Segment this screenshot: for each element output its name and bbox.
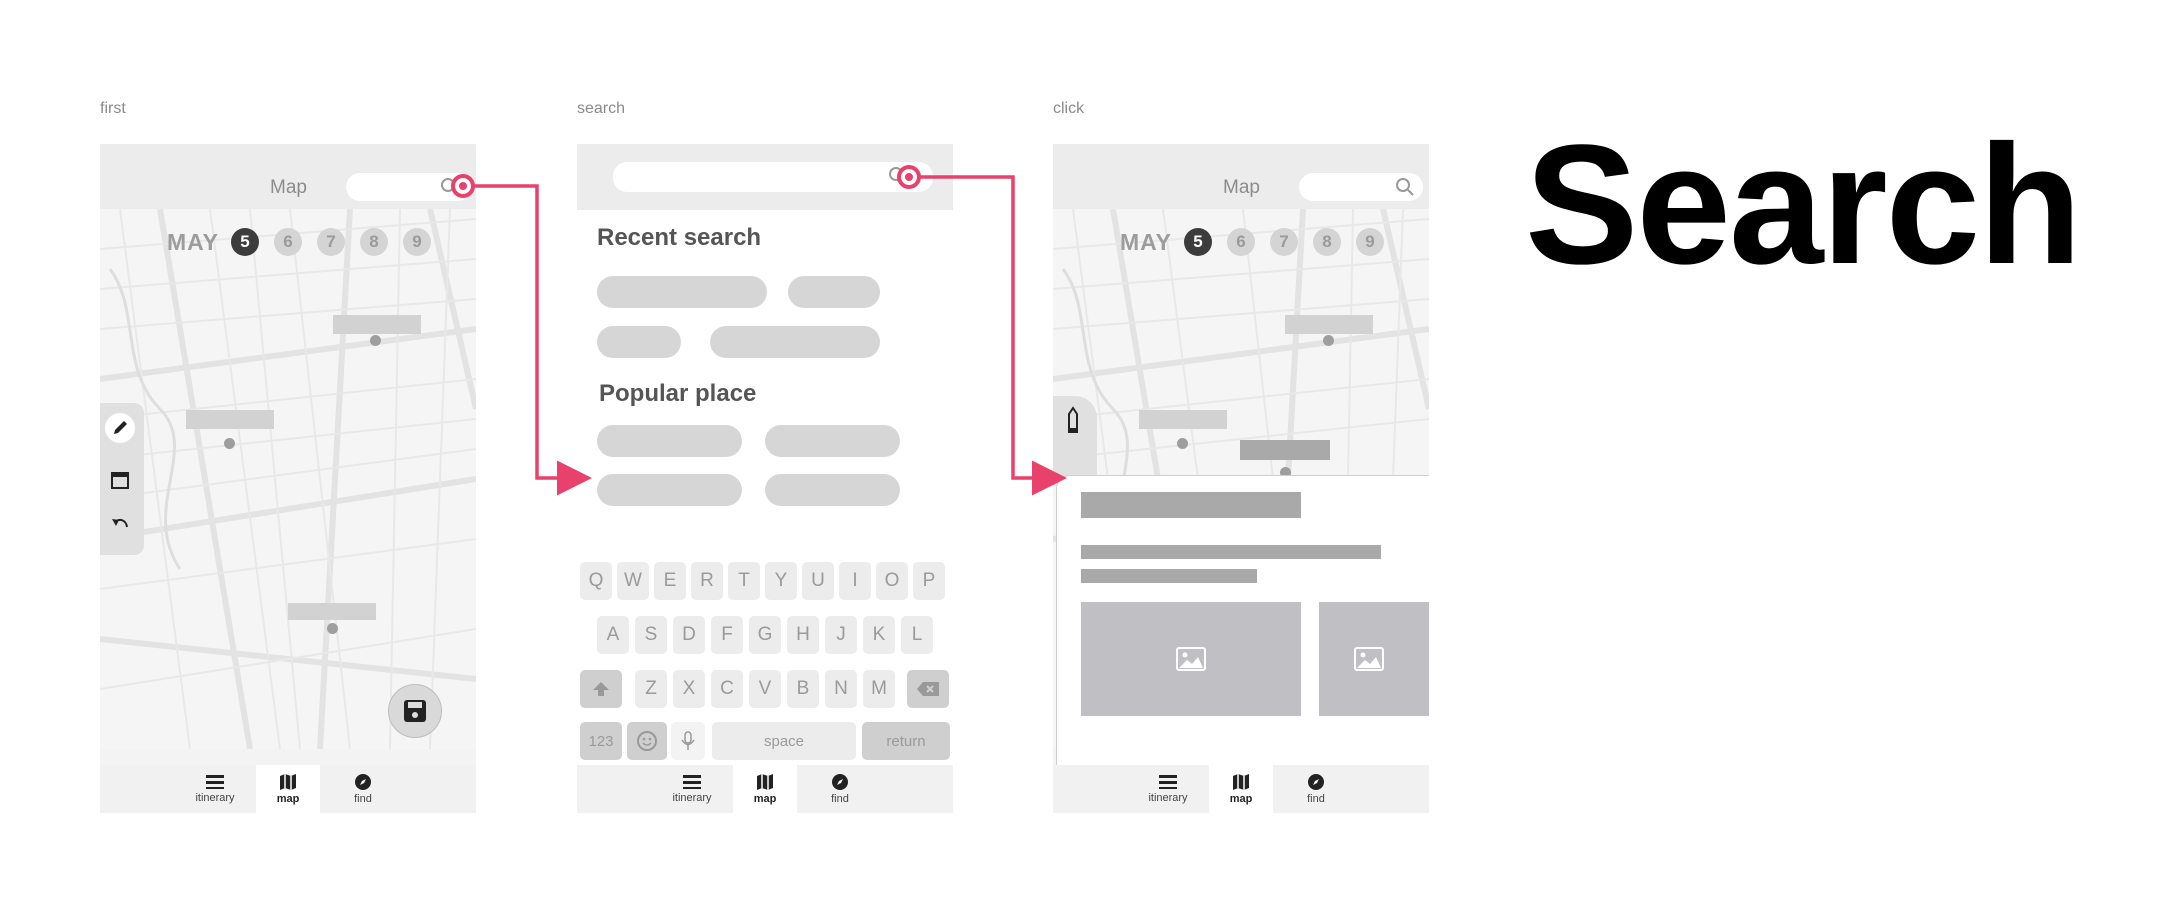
flow-arrow-first-to-search [451, 174, 592, 496]
flow-arrows [451, 165, 1067, 496]
flow-arrow-search-to-click [897, 165, 1067, 496]
